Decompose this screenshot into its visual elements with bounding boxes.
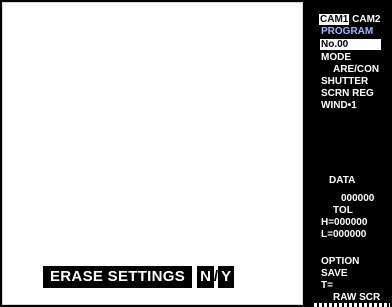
wind-menu-item[interactable]: WIND•1	[321, 100, 357, 111]
mode-label[interactable]: MODE	[321, 52, 351, 63]
cam1-tab[interactable]: CAM1	[319, 14, 350, 25]
shutter-menu-item[interactable]: SHUTTER	[321, 76, 368, 87]
camera-selector: CAM1 CAM2	[319, 14, 380, 25]
camera-image-area	[2, 2, 303, 305]
program-menu-item[interactable]: PROGRAM	[321, 26, 373, 37]
data-value: 000000	[341, 193, 375, 204]
option-menu-item[interactable]: OPTION	[321, 256, 359, 267]
data-label: DATA	[329, 175, 356, 186]
erase-settings-prompt: ERASE SETTINGS N / Y	[43, 266, 235, 288]
tol-low-value: L=000000	[321, 229, 367, 240]
erase-settings-label: ERASE SETTINGS	[43, 266, 193, 288]
cam2-tab[interactable]: CAM2	[352, 14, 380, 25]
side-menu-panel: CAM1 CAM2 PROGRAM No.00 MODE ARE/CON SHU…	[305, 0, 392, 307]
raw-scr-menu-item[interactable]: RAW SCR	[333, 292, 380, 303]
save-menu-item[interactable]: SAVE	[321, 268, 348, 279]
scrn-reg-menu-item[interactable]: SCRN REG	[321, 88, 374, 99]
option-yes-button[interactable]: Y	[218, 266, 235, 288]
bottom-stripe	[314, 303, 390, 307]
camera-viewport: ERASE SETTINGS N / Y	[0, 0, 305, 307]
tol-label: TOL	[333, 205, 353, 216]
t-value: T=	[321, 280, 333, 291]
tol-high-value: H=000000	[321, 217, 368, 228]
program-number-value: No.00	[320, 39, 381, 50]
program-number-box[interactable]: No.00	[320, 39, 381, 50]
mode-value: ARE/CON	[333, 64, 380, 75]
option-no-button[interactable]: N	[197, 266, 214, 288]
